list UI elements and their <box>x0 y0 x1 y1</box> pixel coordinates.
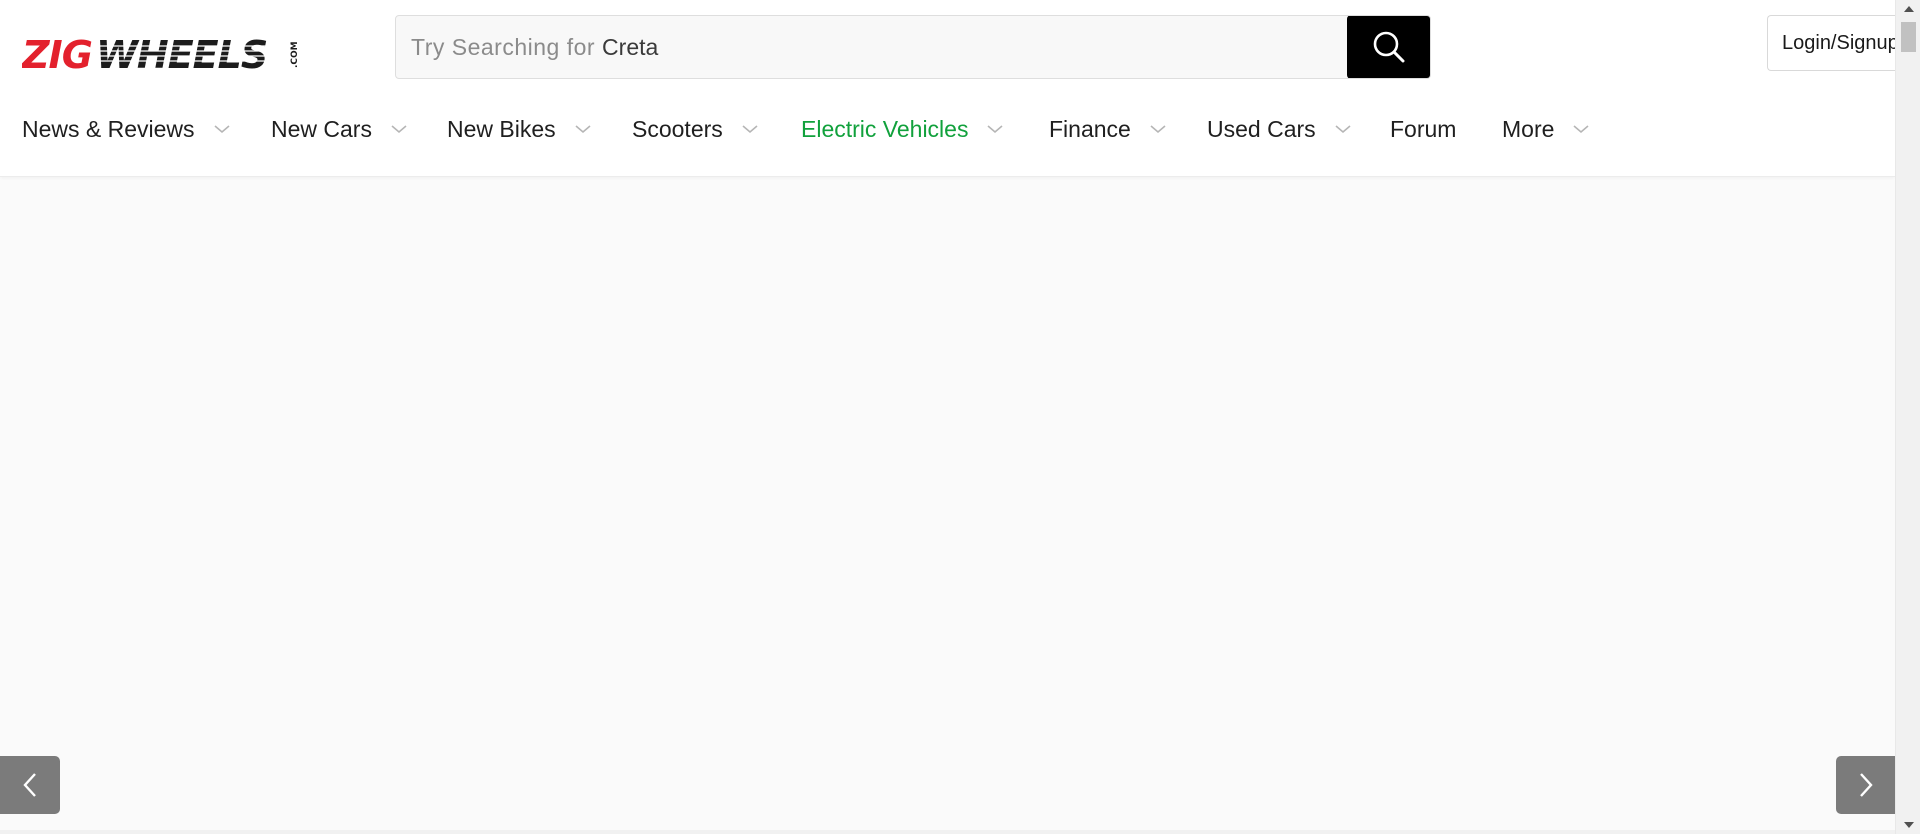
chevron-down-icon <box>574 124 592 134</box>
main-nav: News & Reviews New Cars New Bikes Scoote… <box>0 104 1895 154</box>
nav-label: Scooters <box>632 115 723 142</box>
page: ZIG WHEELS .COM Try Searching for Creta … <box>0 0 1920 834</box>
scrollbar-thumb[interactable] <box>1901 22 1916 52</box>
nav-label: Electric Vehicles <box>801 115 969 142</box>
nav-new-bikes[interactable]: New Bikes <box>447 104 592 154</box>
chevron-down-icon <box>1149 124 1167 134</box>
nav-label: News & Reviews <box>22 115 195 142</box>
search-input[interactable]: Try Searching for Creta <box>411 16 658 78</box>
carousel-next-button[interactable] <box>1836 756 1895 814</box>
chevron-down-icon <box>1572 124 1590 134</box>
svg-text:ZIG: ZIG <box>22 34 92 76</box>
carousel-prev-button[interactable] <box>0 756 60 814</box>
zigwheels-logo[interactable]: ZIG WHEELS .COM <box>22 34 302 76</box>
nav-label: New Cars <box>271 115 372 142</box>
nav-label: New Bikes <box>447 115 556 142</box>
nav-forum[interactable]: Forum <box>1390 104 1456 154</box>
nav-label: More <box>1502 115 1555 142</box>
chevron-down-icon <box>741 124 759 134</box>
vertical-scrollbar[interactable] <box>1895 0 1920 834</box>
nav-label: Forum <box>1390 115 1457 142</box>
search-suggestion: Creta <box>602 33 659 60</box>
chevron-down-icon <box>986 124 1004 134</box>
nav-electric-vehicles[interactable]: Electric Vehicles <box>801 104 1004 154</box>
nav-more[interactable]: More <box>1502 104 1590 154</box>
nav-used-cars[interactable]: Used Cars <box>1207 104 1352 154</box>
chevron-down-icon <box>213 124 231 134</box>
nav-label: Finance <box>1049 115 1131 142</box>
zigwheels-logo-graphic: ZIG WHEELS .COM <box>22 34 300 76</box>
nav-label: Used Cars <box>1207 115 1316 142</box>
login-signup-label: Login/Signup <box>1782 31 1899 54</box>
nav-news-reviews[interactable]: News & Reviews <box>22 104 231 154</box>
nav-scooters[interactable]: Scooters <box>632 104 759 154</box>
svg-text:.COM: .COM <box>290 41 300 68</box>
chevron-left-icon <box>23 773 36 797</box>
search-icon <box>1373 31 1405 63</box>
chevron-down-icon <box>390 124 408 134</box>
search-placeholder: Try Searching for <box>411 33 596 60</box>
chevron-right-icon <box>1859 773 1873 797</box>
site-header: ZIG WHEELS .COM Try Searching for Creta … <box>0 0 1907 177</box>
search-box[interactable]: Try Searching for Creta <box>395 15 1431 79</box>
scroll-up-icon[interactable] <box>1896 0 1920 18</box>
nav-finance[interactable]: Finance <box>1049 104 1167 154</box>
svg-text:WHEELS: WHEELS <box>96 34 267 76</box>
horizontal-scroll-track <box>0 830 1895 834</box>
nav-new-cars[interactable]: New Cars <box>271 104 408 154</box>
login-signup-button[interactable]: Login/Signup <box>1767 15 1907 71</box>
search-button[interactable] <box>1347 16 1430 78</box>
scroll-down-icon[interactable] <box>1896 816 1920 834</box>
chevron-down-icon <box>1334 124 1352 134</box>
